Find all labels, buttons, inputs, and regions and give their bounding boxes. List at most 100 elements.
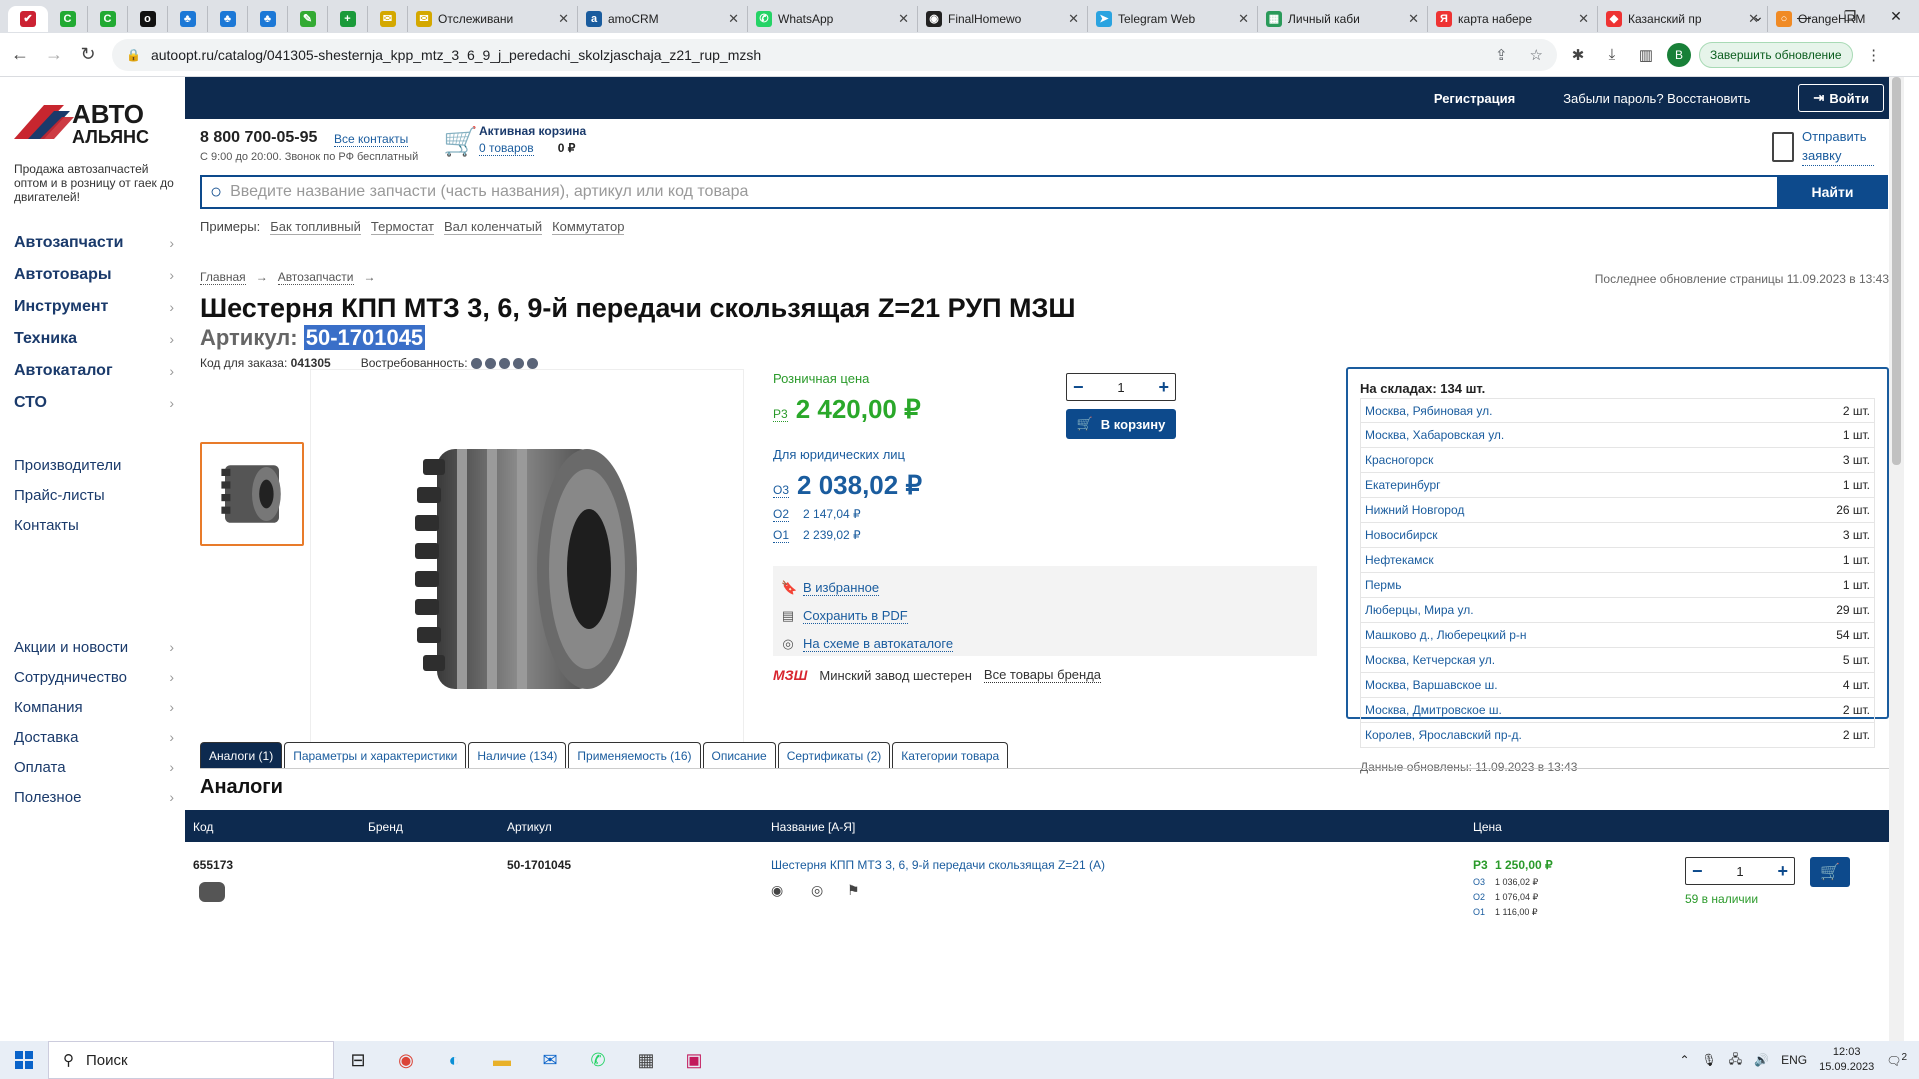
close-window-button[interactable]: ✕ [1873, 0, 1919, 33]
network-icon[interactable]: 🖧 [1729, 1050, 1742, 1071]
breadcrumb-home[interactable]: Главная [200, 270, 246, 285]
search-button[interactable]: Найти [1777, 175, 1888, 209]
stock-warehouse-link[interactable]: Пермь [1365, 578, 1401, 592]
whatsapp-icon[interactable]: ✆ [574, 1041, 622, 1079]
language-indicator[interactable]: ENG [1781, 1053, 1807, 1067]
stock-warehouse-link[interactable]: Красногорск [1365, 453, 1433, 467]
downloads-icon[interactable]: ⤓ [1599, 42, 1625, 68]
bookmark-icon[interactable]: ⚑ [847, 882, 860, 899]
sidebar-item[interactable]: Контакты [14, 510, 174, 540]
cart-title[interactable]: Активная корзина [479, 124, 586, 138]
eye-icon[interactable]: ◉ [771, 882, 783, 899]
legal-price-tag[interactable]: О3 [773, 483, 790, 498]
sidebar-item[interactable]: Прайс-листы [14, 480, 174, 510]
save-pdf-link[interactable]: Сохранить в PDF [803, 608, 908, 624]
cart-count[interactable]: 0 товаров [479, 141, 534, 156]
row-price-o1-tag[interactable]: О1 [1473, 907, 1485, 917]
row-in-stock-link[interactable]: 59 в наличии [1685, 892, 1758, 906]
browser-tab[interactable]: ▦ Личный каби ✕ [1258, 5, 1428, 32]
stock-warehouse-link[interactable]: Новосибирск [1365, 528, 1437, 542]
browser-tab[interactable]: a amoCRM ✕ [578, 5, 748, 32]
address-bar[interactable]: 🔒 autoopt.ru/catalog/041305-shesternja_k… [112, 38, 1557, 71]
share-icon[interactable]: ⇪ [1495, 46, 1508, 64]
favorites-link[interactable]: В избранное [803, 580, 880, 596]
search-input[interactable]: ○ Введите название запчасти (часть назва… [200, 175, 1777, 209]
close-tab-icon[interactable]: ✕ [1578, 11, 1589, 27]
sidebar-item[interactable]: Автозапчасти › [14, 227, 174, 259]
tab-search-icon[interactable]: ⌄ [1735, 0, 1781, 33]
add-to-cart-button[interactable]: 🛒 В корзину [1066, 409, 1176, 439]
product-tab[interactable]: Применяемость (16) [568, 742, 701, 768]
row-price-o3-tag[interactable]: О3 [1473, 877, 1485, 887]
register-link[interactable]: Регистрация [1434, 91, 1515, 106]
browser-tab[interactable]: ♣ [168, 5, 208, 32]
stock-warehouse-link[interactable]: Москва, Дмитровское ш. [1365, 703, 1502, 717]
browser-tab[interactable]: ✆ WhatsApp ✕ [748, 5, 918, 32]
page-scrollbar[interactable] [1889, 77, 1904, 1041]
site-logo[interactable]: АВТО АЛЬЯНС [14, 97, 174, 149]
active-cart[interactable]: 🛒 Активная корзина 0 товаров 0 ₽ [443, 124, 586, 160]
brand-all-products-link[interactable]: Все товары бренда [983, 667, 1102, 683]
file-explorer-icon[interactable]: ▬ [478, 1041, 526, 1079]
sidebar-item[interactable]: Инструмент › [14, 291, 174, 323]
row-decrease-qty-button[interactable]: − [1692, 861, 1703, 882]
stock-warehouse-link[interactable]: Москва, Варшавское ш. [1365, 678, 1498, 692]
decrease-qty-button[interactable]: − [1073, 377, 1084, 398]
show-in-catalog[interactable]: ◎ На схеме в автокаталоге [781, 630, 1309, 658]
row-add-to-cart-button[interactable]: 🛒 [1810, 857, 1850, 887]
bookmark-star-icon[interactable]: ☆ [1530, 46, 1543, 64]
add-to-favorites[interactable]: 🔖 В избранное [781, 574, 1309, 602]
browser-tab[interactable]: o [128, 5, 168, 32]
browser-tab[interactable]: ◉ FinalHomewo ✕ [918, 5, 1088, 32]
forgot-password-link[interactable]: Забыли пароль? Восстановить [1563, 91, 1750, 106]
chrome-icon[interactable]: ◉ [382, 1041, 430, 1079]
sidebar-item[interactable]: Полезное › [14, 782, 174, 812]
search-example-link[interactable]: Бак топливный [270, 219, 361, 235]
product-thumbnail[interactable] [200, 442, 304, 546]
stock-warehouse-link[interactable]: Машково д., Люберецкий р-н [1365, 628, 1527, 642]
calculator-icon[interactable]: ▦ [622, 1041, 670, 1079]
mail-icon[interactable]: ✉ [526, 1041, 574, 1079]
catalog-scheme-link[interactable]: На схеме в автокаталоге [803, 636, 954, 652]
maximize-button[interactable]: ❐ [1827, 0, 1873, 33]
tray-expand-icon[interactable]: ⌃ [1679, 1053, 1689, 1067]
product-tab[interactable]: Наличие (134) [468, 742, 567, 768]
sidebar-item[interactable]: Акции и новости › [14, 632, 174, 662]
sidebar-item[interactable]: Производители [14, 450, 174, 480]
sidebar-item[interactable]: Доставка › [14, 722, 174, 752]
browser-tab[interactable]: ➤ Telegram Web ✕ [1088, 5, 1258, 32]
breadcrumb-autoparts[interactable]: Автозапчасти [277, 270, 354, 285]
row-thumbnail[interactable] [199, 882, 225, 902]
browser-tab[interactable]: ✉ [368, 5, 408, 32]
save-pdf[interactable]: ▤ Сохранить в PDF [781, 602, 1309, 630]
sidebar-item[interactable]: Автокаталог › [14, 355, 174, 387]
browser-tab[interactable]: ♣ [248, 5, 288, 32]
search-example-link[interactable]: Вал коленчатый [443, 219, 543, 235]
retail-price-tag[interactable]: Р3 [773, 407, 788, 422]
browser-tab[interactable]: ✎ [288, 5, 328, 32]
product-tab[interactable]: Описание [702, 742, 776, 768]
volume-icon[interactable]: 🔊 [1754, 1053, 1769, 1067]
close-tab-icon[interactable]: ✕ [1238, 11, 1249, 27]
browser-menu-icon[interactable]: ⋮ [1861, 42, 1887, 68]
browser-tab[interactable]: C [88, 5, 128, 32]
notifications-icon[interactable]: 🗨2 [1886, 1052, 1907, 1068]
all-contacts-link[interactable]: Все контакты [334, 132, 409, 147]
close-tab-icon[interactable]: ✕ [898, 11, 909, 27]
ide-icon[interactable]: ▣ [670, 1041, 718, 1079]
extensions-icon[interactable]: ✱ [1565, 42, 1591, 68]
back-button[interactable]: ← [6, 41, 34, 69]
product-tab[interactable]: Параметры и характеристики [284, 742, 467, 768]
stock-warehouse-link[interactable]: Нижний Новгород [1365, 503, 1464, 517]
increase-qty-button[interactable]: + [1158, 377, 1169, 398]
product-tab[interactable]: Сертификаты (2) [777, 742, 891, 768]
edge-icon[interactable]: ◐ [430, 1041, 478, 1079]
product-image[interactable] [310, 369, 744, 769]
stock-warehouse-link[interactable]: Москва, Хабаровская ул. [1365, 428, 1504, 442]
scheme-search-icon[interactable]: ◎ [811, 882, 823, 899]
sidebar-item[interactable]: Оплата › [14, 752, 174, 782]
close-tab-icon[interactable]: ✕ [1068, 11, 1079, 27]
quantity-input[interactable]: 1 [1117, 380, 1124, 395]
row-quantity-input[interactable]: 1 [1736, 864, 1743, 879]
sidebar-item[interactable]: Компания › [14, 692, 174, 722]
